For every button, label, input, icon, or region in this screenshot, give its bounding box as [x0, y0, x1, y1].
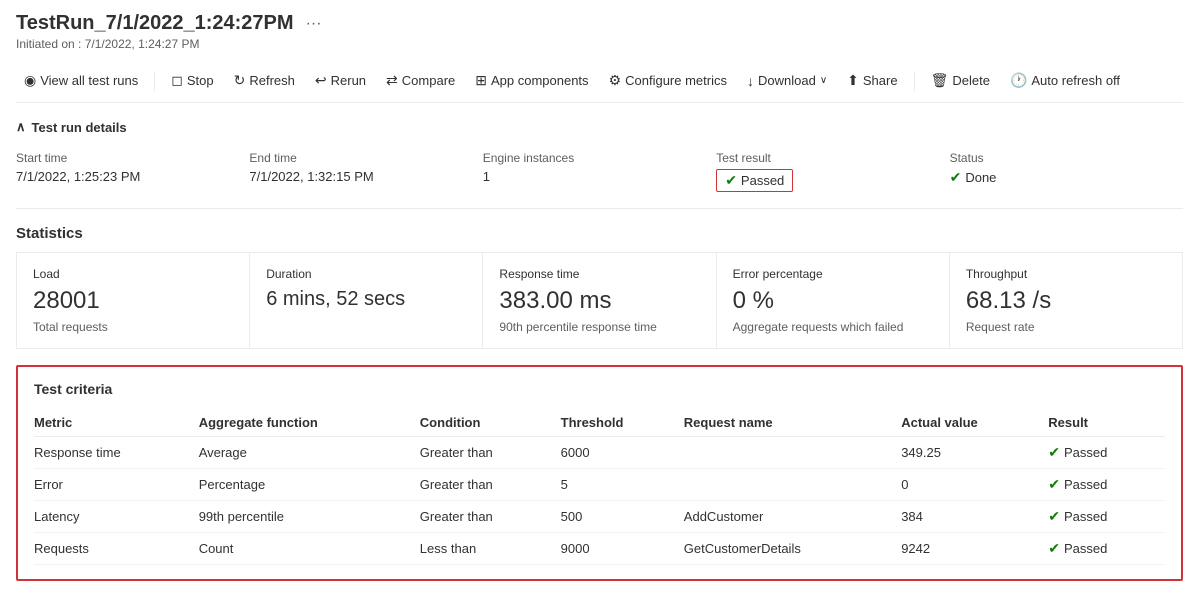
toolbar-divider-2 [914, 71, 915, 91]
table-header-row: Metric Aggregate function Condition Thre… [34, 409, 1165, 437]
col-result: Result [1048, 409, 1165, 437]
auto-refresh-button[interactable]: 🕐 Auto refresh off [1002, 67, 1128, 94]
status-col: Status ✔ Done [950, 151, 1183, 192]
start-time-col: Start time 7/1/2022, 1:25:23 PM [16, 151, 249, 192]
test-result-col: Test result ✔ Passed [716, 151, 949, 192]
check-icon: ✔ [1048, 508, 1060, 525]
test-criteria-section: Test criteria Metric Aggregate function … [16, 365, 1183, 581]
compare-button[interactable]: ⇄ Compare [378, 67, 463, 94]
check-circle-icon: ✔ [725, 172, 737, 189]
test-run-details-header[interactable]: ∧ Test run details [16, 111, 1183, 143]
done-check-icon: ✔ [950, 169, 962, 186]
stop-button[interactable]: ◻ Stop [163, 67, 221, 94]
settings-icon: ⚙ [609, 72, 622, 89]
table-row: Latency99th percentileGreater than500Add… [34, 500, 1165, 532]
status-badge: ✔ Done [950, 169, 997, 186]
toolbar-divider [154, 71, 155, 91]
statistics-title: Statistics [16, 225, 1183, 242]
statistics-cards: Load 28001 Total requests Duration 6 min… [16, 252, 1183, 349]
clock-icon: 🕐 [1010, 72, 1027, 89]
test-result-badge: ✔ Passed [716, 169, 793, 192]
page-title: TestRun_7/1/2022_1:24:27PM [16, 12, 294, 35]
compare-icon: ⇄ [386, 72, 398, 89]
col-request-name: Request name [684, 409, 901, 437]
rerun-button[interactable]: ↩ Rerun [307, 67, 374, 94]
col-condition: Condition [420, 409, 561, 437]
table-row: Response timeAverageGreater than6000349.… [34, 436, 1165, 468]
download-button[interactable]: ↓ Download ∨ [739, 68, 835, 94]
test-criteria-table: Metric Aggregate function Condition Thre… [34, 409, 1165, 565]
result-passed: ✔ Passed [1048, 540, 1107, 557]
test-run-details-section: ∧ Test run details Start time 7/1/2022, … [16, 111, 1183, 209]
stop-icon: ◻ [171, 72, 183, 89]
chevron-up-icon: ∧ [16, 119, 26, 135]
statistics-section: Statistics Load 28001 Total requests Dur… [16, 225, 1183, 349]
check-icon: ✔ [1048, 476, 1060, 493]
delete-icon: 🗑 [931, 72, 949, 89]
refresh-button[interactable]: ↻ Refresh [226, 67, 303, 94]
check-icon: ✔ [1048, 540, 1060, 557]
col-actual-value: Actual value [901, 409, 1048, 437]
end-time-col: End time 7/1/2022, 1:32:15 PM [249, 151, 482, 192]
toolbar: ◉ View all test runs ◻ Stop ↻ Refresh ↩ … [16, 59, 1183, 103]
stat-card-duration: Duration 6 mins, 52 secs [250, 253, 483, 348]
share-button[interactable]: ⬆ Share [839, 67, 905, 94]
rerun-icon: ↩ [315, 72, 327, 89]
details-grid: Start time 7/1/2022, 1:25:23 PM End time… [16, 143, 1183, 209]
grid-icon: ⊞ [475, 72, 487, 89]
configure-metrics-button[interactable]: ⚙ Configure metrics [601, 67, 735, 94]
test-criteria-title: Test criteria [34, 381, 1165, 397]
result-passed: ✔ Passed [1048, 508, 1107, 525]
table-row: ErrorPercentageGreater than50✔ Passed [34, 468, 1165, 500]
engine-instances-col: Engine instances 1 [483, 151, 716, 192]
app-components-button[interactable]: ⊞ App components [467, 67, 596, 94]
delete-button[interactable]: 🗑 Delete [923, 67, 998, 94]
page-header: TestRun_7/1/2022_1:24:27PM ··· Initiated… [16, 12, 1183, 51]
download-icon: ↓ [747, 73, 754, 89]
view-all-runs-button[interactable]: ◉ View all test runs [16, 67, 146, 94]
refresh-icon: ↻ [234, 72, 246, 89]
stat-card-error-percentage: Error percentage 0 % Aggregate requests … [717, 253, 950, 348]
stat-card-load: Load 28001 Total requests [17, 253, 250, 348]
page-subtitle: Initiated on : 7/1/2022, 1:24:27 PM [16, 37, 1183, 51]
eye-icon: ◉ [24, 72, 36, 89]
result-passed: ✔ Passed [1048, 476, 1107, 493]
col-metric: Metric [34, 409, 199, 437]
result-passed: ✔ Passed [1048, 444, 1107, 461]
col-aggregate: Aggregate function [199, 409, 420, 437]
share-icon: ⬆ [847, 72, 859, 89]
stat-card-throughput: Throughput 68.13 /s Request rate [950, 253, 1182, 348]
table-row: RequestsCountLess than9000GetCustomerDet… [34, 532, 1165, 564]
col-threshold: Threshold [561, 409, 684, 437]
stat-card-response-time: Response time 383.00 ms 90th percentile … [483, 253, 716, 348]
ellipsis-button[interactable]: ··· [302, 15, 326, 33]
check-icon: ✔ [1048, 444, 1060, 461]
download-dropdown-arrow: ∨ [820, 75, 827, 86]
